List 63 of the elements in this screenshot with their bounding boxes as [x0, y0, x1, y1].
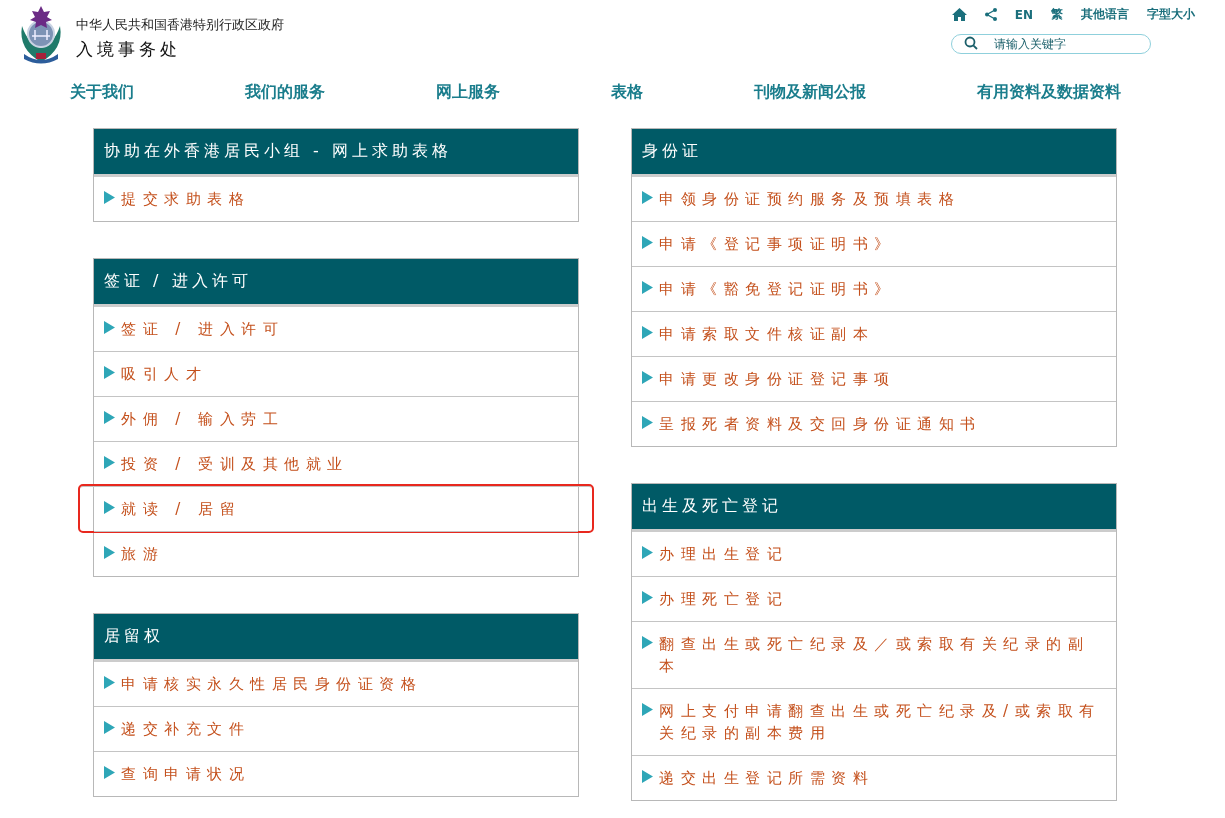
section-title: 居留权	[94, 614, 578, 662]
triangle-icon	[104, 766, 115, 779]
triangle-icon	[642, 281, 653, 294]
nav-link[interactable]: 有用资料及数据资料	[977, 82, 1121, 114]
nav-link[interactable]: 网上服务	[436, 82, 500, 114]
form-link[interactable]: 申请索取文件核证副本	[659, 323, 874, 345]
triangle-icon	[642, 236, 653, 249]
triangle-icon	[104, 191, 115, 204]
triangle-icon	[642, 591, 653, 604]
form-link[interactable]: 旅游	[121, 543, 164, 565]
nav-link[interactable]: 关于我们	[70, 82, 134, 114]
utility-link[interactable]: 字型大小	[1147, 6, 1195, 23]
department-name: 入境事务处	[76, 38, 182, 61]
form-link[interactable]: 签证 / 进入许可	[121, 318, 285, 340]
form-link[interactable]: 翻查出生或死亡纪录及／或索取有关纪录的副本	[659, 633, 1106, 677]
form-link[interactable]: 投资 / 受训及其他就业	[121, 453, 349, 475]
section-title: 协助在外香港居民小组 - 网上求助表格	[94, 129, 578, 177]
triangle-icon	[642, 191, 653, 204]
triangle-icon	[642, 636, 653, 649]
section-title: 签证 / 进入许可	[94, 259, 578, 307]
triangle-icon	[642, 326, 653, 339]
form-link[interactable]: 就读 / 居留	[121, 498, 242, 520]
form-link[interactable]: 申请《登记事项证明书》	[659, 233, 896, 255]
nav-link[interactable]: 我们的服务	[245, 82, 325, 114]
form-link[interactable]: 呈报死者资料及交回身份证通知书	[659, 413, 982, 435]
government-name: 中华人民共和国香港特别行政区政府	[76, 16, 284, 34]
triangle-icon	[104, 321, 115, 334]
utility-link[interactable]: 其他语言	[1081, 6, 1129, 23]
form-link[interactable]: 递交出生登记所需资料	[659, 767, 874, 789]
search-field[interactable]: 请输入关键字	[951, 34, 1151, 54]
section-title: 出生及死亡登记	[632, 484, 1116, 532]
triangle-icon	[104, 721, 115, 734]
search-icon	[964, 36, 978, 50]
triangle-icon	[642, 371, 653, 384]
triangle-icon	[642, 770, 653, 783]
triangle-icon	[642, 546, 653, 559]
triangle-icon	[642, 416, 653, 429]
triangle-icon	[104, 366, 115, 379]
form-link[interactable]: 申领身份证预约服务及预填表格	[659, 188, 960, 210]
triangle-icon	[104, 411, 115, 424]
form-link[interactable]: 办理出生登记	[659, 543, 788, 565]
triangle-icon	[642, 703, 653, 716]
triangle-icon	[104, 676, 115, 689]
form-link[interactable]: 办理死亡登记	[659, 588, 788, 610]
triangle-icon	[104, 501, 115, 514]
form-link[interactable]: 网上支付申请翻查出生或死亡纪录及/或索取有关纪录的副本费用	[659, 700, 1106, 744]
home-icon[interactable]	[951, 8, 967, 21]
form-link[interactable]: 申请核实永久性居民身份证资格	[121, 673, 422, 695]
form-link[interactable]: 外佣 / 输入劳工	[121, 408, 285, 430]
form-link[interactable]: 申请《豁免登记证明书》	[659, 278, 896, 300]
section-title: 身份证	[632, 129, 1116, 177]
utility-link[interactable]: 繁	[1051, 6, 1063, 23]
form-link[interactable]: 查询申请状况	[121, 763, 250, 785]
utility-link[interactable]: EN	[1014, 7, 1033, 22]
triangle-icon	[104, 546, 115, 559]
form-link[interactable]: 申请更改身份证登记事项	[659, 368, 896, 390]
triangle-icon	[104, 456, 115, 469]
nav-link[interactable]: 刊物及新闻公报	[754, 82, 866, 114]
form-link[interactable]: 递交补充文件	[121, 718, 250, 740]
form-link[interactable]: 提交求助表格	[121, 188, 250, 210]
form-link[interactable]: 吸引人才	[121, 363, 207, 385]
share-icon[interactable]	[984, 8, 997, 21]
nav-link[interactable]: 表格	[611, 82, 643, 114]
